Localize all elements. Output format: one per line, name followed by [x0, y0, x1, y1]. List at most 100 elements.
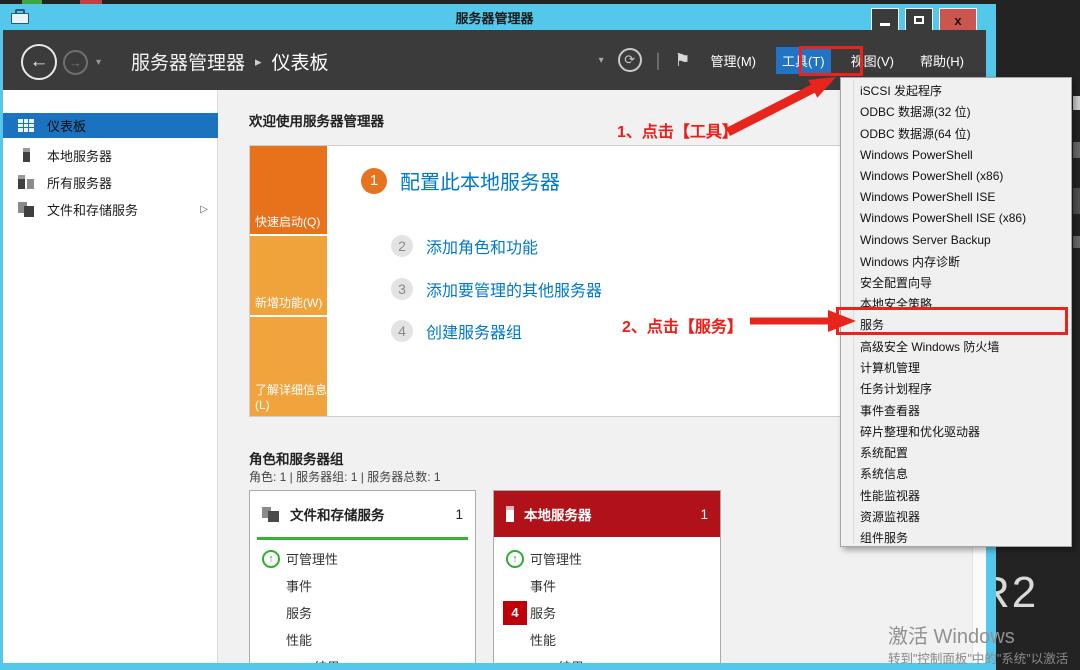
tile-header-red[interactable]: 本地服务器 1 [494, 491, 720, 537]
window-body: 仪表板 本地服务器 所有服务器 文件和存储服务 ▷ [3, 90, 986, 663]
row-label: 性能 [286, 630, 312, 649]
menu-item-perfmon[interactable]: 性能监视器 [841, 485, 1071, 506]
tile-row-services[interactable]: 服务 [250, 599, 475, 626]
window-controls: x [865, 8, 977, 32]
file-storage-icon [17, 202, 35, 216]
step-number-badge: 2 [391, 235, 413, 257]
whats-new-label: 新增功能(W) [255, 294, 322, 311]
step-configure-server[interactable]: 1 配置此本地服务器 [361, 166, 560, 195]
step-add-servers[interactable]: 3 添加要管理的其他服务器 [391, 277, 602, 301]
step-add-roles[interactable]: 2 添加角色和功能 [391, 234, 538, 258]
menu-item-powershell[interactable]: Windows PowerShell [841, 144, 1071, 165]
notifications-flag-icon[interactable]: ⚑ [674, 50, 690, 71]
row-label: BPA 结果 [530, 657, 584, 663]
tile-row-bpa[interactable]: BPA 结果 [494, 653, 720, 663]
roles-summary: 角色: 1 | 服务器组: 1 | 服务器总数: 1 [249, 468, 441, 485]
tile-file-storage[interactable]: 文件和存储服务 1 ↑ 可管理性 事件 服务 性能 BPA 结果 [249, 490, 476, 663]
menu-help[interactable]: 帮助(H) [914, 47, 970, 74]
all-servers-icon [17, 175, 35, 189]
sidebar-item-label: 本地服务器 [47, 146, 112, 165]
breadcrumb-root[interactable]: 服务器管理器 [131, 48, 245, 75]
menu-item-sysinfo[interactable]: 系统信息 [841, 463, 1071, 484]
menu-item-sysconfig[interactable]: 系统配置 [841, 442, 1071, 463]
minimize-button[interactable] [871, 8, 899, 32]
sidebar-item-dashboard[interactable]: 仪表板 [3, 113, 218, 138]
menu-item-iscsi[interactable]: iSCSI 发起程序 [841, 80, 1071, 101]
tile-rows: ↑ 可管理性 事件 服务 性能 BPA 结果 [250, 545, 475, 663]
step-number-badge: 3 [391, 278, 413, 300]
menu-item-powershell-ise[interactable]: Windows PowerShell ISE [841, 186, 1071, 207]
tile-row-events[interactable]: 事件 [494, 572, 720, 599]
sidebar: 仪表板 本地服务器 所有服务器 文件和存储服务 ▷ [3, 90, 218, 663]
row-label: 可管理性 [530, 549, 582, 568]
menu-item-defrag[interactable]: 碎片整理和优化驱动器 [841, 421, 1071, 442]
quick-start-block[interactable]: 快速启动(Q) [250, 146, 327, 234]
menu-item-powershell-x86[interactable]: Windows PowerShell (x86) [841, 165, 1071, 186]
tile-row-services[interactable]: 4服务 [494, 599, 720, 626]
tile-row-performance[interactable]: 性能 [494, 626, 720, 653]
tile-row-bpa[interactable]: BPA 结果 [250, 653, 475, 663]
file-storage-icon [262, 507, 280, 522]
annotation-text-2: 2、点击【服务】 [622, 313, 743, 337]
tile-local-server[interactable]: 本地服务器 1 ↑ 可管理性 事件 4服务 性能 BPA 结果 [493, 490, 721, 663]
close-button[interactable]: x [939, 8, 977, 32]
quick-start-column: 快速启动(Q) 新增功能(W) 了解详细信息(L) [250, 146, 327, 416]
menu-item-server-backup[interactable]: Windows Server Backup [841, 229, 1071, 250]
sidebar-item-all-servers[interactable]: 所有服务器 [3, 171, 218, 193]
tile-header[interactable]: 文件和存储服务 1 [250, 491, 475, 537]
forward-button[interactable]: → [63, 50, 88, 75]
menu-item-security-wizard[interactable]: 安全配置向导 [841, 272, 1071, 293]
tile-count: 1 [455, 507, 463, 522]
desktop-icon-fragment [1073, 96, 1080, 110]
expand-arrow-icon[interactable]: ▷ [200, 204, 208, 215]
breadcrumb-current[interactable]: 仪表板 [272, 48, 329, 75]
menu-item-task-scheduler[interactable]: 任务计划程序 [841, 378, 1071, 399]
row-label: BPA 结果 [286, 657, 340, 663]
learn-more-block[interactable]: 了解详细信息(L) [250, 317, 327, 416]
menu-manage[interactable]: 管理(M) [705, 47, 763, 74]
menu-item-computer-mgmt[interactable]: 计算机管理 [841, 357, 1071, 378]
title-bar[interactable]: 服务器管理器 x [3, 4, 986, 30]
menu-item-event-viewer[interactable]: 事件查看器 [841, 399, 1071, 420]
local-server-icon [506, 506, 514, 522]
menu-item-resmon[interactable]: 资源监视器 [841, 506, 1071, 527]
tile-rows: ↑ 可管理性 事件 4服务 性能 BPA 结果 [494, 545, 720, 663]
step-link[interactable]: 配置此本地服务器 [400, 166, 560, 195]
activate-watermark-line2: 转到"控制面板"中的"系统"以激活 [888, 648, 1068, 667]
step-link[interactable]: 添加角色和功能 [426, 234, 538, 258]
step-number-badge: 4 [391, 320, 413, 342]
menu-item-firewall[interactable]: 高级安全 Windows 防火墙 [841, 336, 1071, 357]
row-label: 可管理性 [286, 549, 338, 568]
tile-row-manageability[interactable]: ↑ 可管理性 [250, 545, 475, 572]
menu-item-memory-diag[interactable]: Windows 内存诊断 [841, 250, 1071, 271]
step-create-group[interactable]: 4 创建服务器组 [391, 319, 522, 343]
status-up-icon: ↑ [262, 550, 280, 568]
maximize-button[interactable] [905, 8, 933, 32]
refresh-icon[interactable]: ⟳ [618, 48, 642, 72]
menu-item-odbc32[interactable]: ODBC 数据源(32 位) [841, 101, 1071, 122]
step-link[interactable]: 创建服务器组 [426, 319, 522, 343]
menu-item-powershell-ise-x86[interactable]: Windows PowerShell ISE (x86) [841, 208, 1071, 229]
menu-item-odbc64[interactable]: ODBC 数据源(64 位) [841, 123, 1071, 144]
whats-new-block[interactable]: 新增功能(W) [250, 236, 327, 315]
status-up-icon: ↑ [506, 550, 524, 568]
screen: R2 服务器管理器 x ← → ▾ 服务器管理器 ▸ 仪表板 ▾ ⟳ | [0, 0, 1080, 670]
chevron-down-icon[interactable]: ▾ [599, 55, 604, 66]
step-link[interactable]: 添加要管理的其他服务器 [426, 277, 602, 301]
quick-start-label: 快速启动(Q) [255, 213, 320, 230]
breadcrumb: 服务器管理器 ▸ 仪表板 [131, 48, 329, 75]
sidebar-item-file-storage[interactable]: 文件和存储服务 ▷ [3, 198, 218, 220]
services-alert-badge: 4 [503, 601, 527, 625]
menu-item-component-services[interactable]: 组件服务 [841, 527, 1071, 548]
back-button[interactable]: ← [21, 44, 57, 80]
tile-row-performance[interactable]: 性能 [250, 626, 475, 653]
row-label: 事件 [286, 576, 312, 595]
tile-row-events[interactable]: 事件 [250, 572, 475, 599]
row-label: 服务 [286, 603, 312, 622]
tile-row-manageability[interactable]: ↑ 可管理性 [494, 545, 720, 572]
sidebar-item-local-server[interactable]: 本地服务器 [3, 144, 218, 166]
history-dropdown-icon[interactable]: ▾ [96, 57, 101, 68]
row-label: 性能 [530, 630, 556, 649]
step-number-badge: 1 [361, 168, 387, 194]
sidebar-item-label: 所有服务器 [47, 173, 112, 192]
